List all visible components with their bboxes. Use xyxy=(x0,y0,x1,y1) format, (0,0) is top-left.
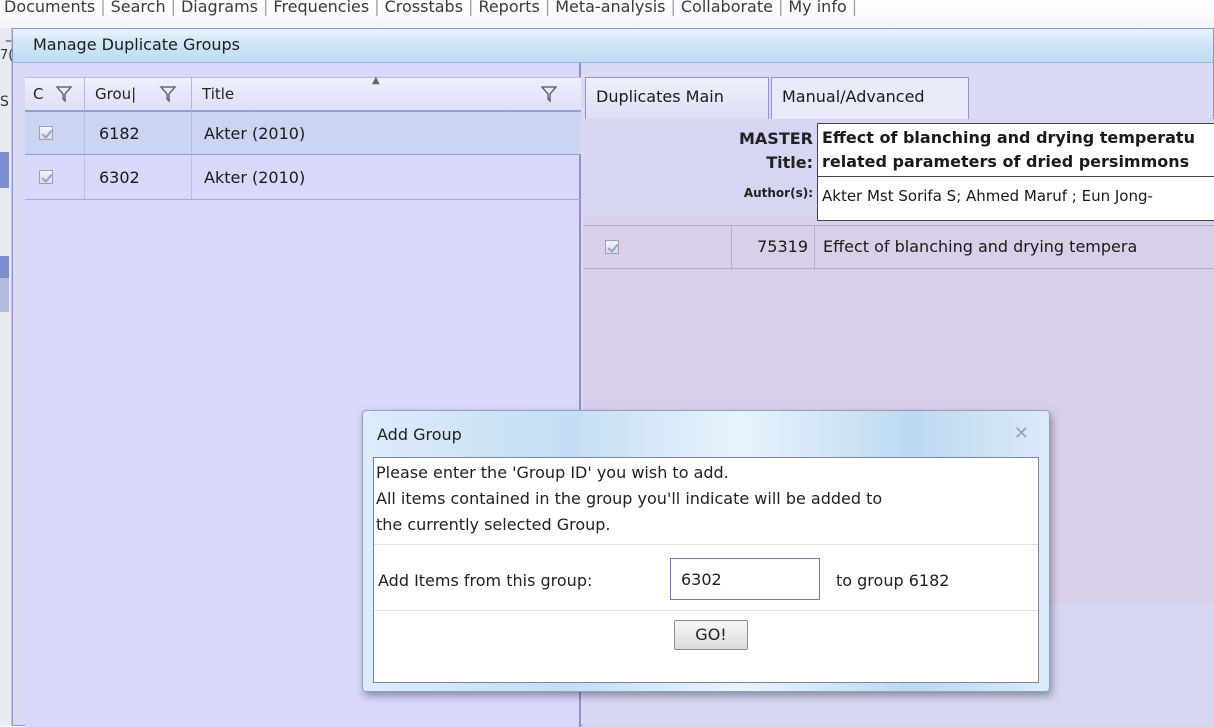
menu-meta-analysis[interactable]: Meta-analysis xyxy=(553,0,667,16)
menu-separator: | xyxy=(263,0,269,16)
table-row[interactable]: 6302 Akter (2010) xyxy=(25,156,581,200)
checked-cell[interactable] xyxy=(25,156,85,199)
checkbox[interactable] xyxy=(605,240,619,254)
title-cell: Akter (2010) xyxy=(204,124,306,143)
close-icon[interactable]: ✕ xyxy=(1014,423,1029,444)
group-id-cell: 6182 xyxy=(85,112,192,154)
column-header-checked[interactable]: C xyxy=(25,78,85,111)
column-header-group[interactable]: Grou| xyxy=(85,78,192,111)
background-tab-marker xyxy=(0,152,9,188)
authors-value: Akter Mst Sorifa S; Ahmed Maruf ; Eun Jo… xyxy=(817,177,1214,221)
table-row[interactable]: 6182 Akter (2010) xyxy=(25,111,581,155)
checkbox[interactable] xyxy=(39,170,53,184)
column-label: C xyxy=(33,85,44,103)
filter-icon[interactable] xyxy=(159,85,177,103)
group-id-cell: 6302 xyxy=(85,156,192,199)
menu-documents[interactable]: Documents xyxy=(2,0,97,16)
top-menu: Documents | Search | Diagrams | Frequencies… xyxy=(2,0,860,16)
minimize-icon[interactable]: – xyxy=(5,33,12,49)
dialog-title: Add Group xyxy=(377,425,462,444)
menu-separator: | xyxy=(100,0,106,16)
dialog-body: Please enter the 'Group ID' you wish to … xyxy=(373,457,1039,683)
item-id: 75319 xyxy=(731,226,815,270)
menu-separator: | xyxy=(468,0,474,16)
go-button[interactable]: GO! xyxy=(674,620,748,650)
title-cell: Akter (2010) xyxy=(204,168,306,187)
column-header-title[interactable]: Title ▲ xyxy=(192,75,581,111)
menu-my-info[interactable]: My info xyxy=(786,0,848,16)
divider xyxy=(374,610,1038,611)
window-title: Manage Duplicate Groups xyxy=(33,35,240,54)
menu-separator: | xyxy=(670,0,676,16)
window-titlebar[interactable]: – Manage Duplicate Groups xyxy=(5,29,1213,63)
checkbox[interactable] xyxy=(39,126,53,140)
tab-manual-advanced[interactable]: Manual/Advanced xyxy=(771,77,969,119)
message-line: Please enter the 'Group ID' you wish to … xyxy=(376,463,729,482)
tab-duplicates-main[interactable]: Duplicates Main xyxy=(585,77,769,119)
background-label: S xyxy=(0,94,9,110)
top-menu-bar: Documents | Search | Diagrams | Frequencies… xyxy=(0,0,1214,28)
message-line: the currently selected Group. xyxy=(376,515,611,534)
message-line: All items contained in the group you'll … xyxy=(376,489,883,508)
duplicate-item-row[interactable]: 75319 Effect of blanching and drying tem… xyxy=(583,225,1214,270)
checked-cell[interactable] xyxy=(25,112,85,154)
group-id-input[interactable] xyxy=(670,558,820,600)
menu-frequencies[interactable]: Frequencies xyxy=(271,0,371,16)
menu-separator: | xyxy=(777,0,784,16)
sort-ascending-icon: ▲ xyxy=(372,75,380,86)
grid-header: C Grou| Title ▲ xyxy=(25,75,581,111)
background-app-strip: 7( S xyxy=(0,28,13,726)
menu-separator: | xyxy=(544,0,551,16)
filter-icon[interactable] xyxy=(540,85,558,103)
menu-diagrams[interactable]: Diagrams xyxy=(179,0,260,16)
item-title: Effect of blanching and drying tempera xyxy=(823,237,1138,256)
column-label: Grou| xyxy=(95,85,137,103)
master-title-value: Effect of blanching and drying temperatu… xyxy=(817,123,1214,177)
menu-separator: | xyxy=(170,0,176,16)
target-group-text: to group 6182 xyxy=(836,571,950,590)
add-group-dialog: Add Group ✕ Please enter the 'Group ID' … xyxy=(362,410,1050,692)
menu-separator: | xyxy=(851,0,858,16)
filter-icon[interactable] xyxy=(55,85,73,103)
menu-crosstabs[interactable]: Crosstabs xyxy=(383,0,465,16)
authors-label: Author(s): xyxy=(743,186,813,200)
menu-reports[interactable]: Reports xyxy=(476,0,541,16)
menu-separator: | xyxy=(374,0,380,16)
menu-collaborate[interactable]: Collaborate xyxy=(679,0,775,16)
dialog-message: Please enter the 'Group ID' you wish to … xyxy=(376,460,1036,538)
master-title-label: MASTER Title: xyxy=(739,129,813,172)
add-items-label: Add Items from this group: xyxy=(378,571,593,590)
background-tab-marker xyxy=(0,278,9,312)
column-label: Title xyxy=(202,85,235,103)
master-record: MASTER Title: Effect of blanching and dr… xyxy=(729,123,1214,221)
tab-bar: Duplicates Main Manual/Advanced xyxy=(583,63,1214,119)
menu-search[interactable]: Search xyxy=(109,0,168,16)
divider xyxy=(374,544,1038,545)
